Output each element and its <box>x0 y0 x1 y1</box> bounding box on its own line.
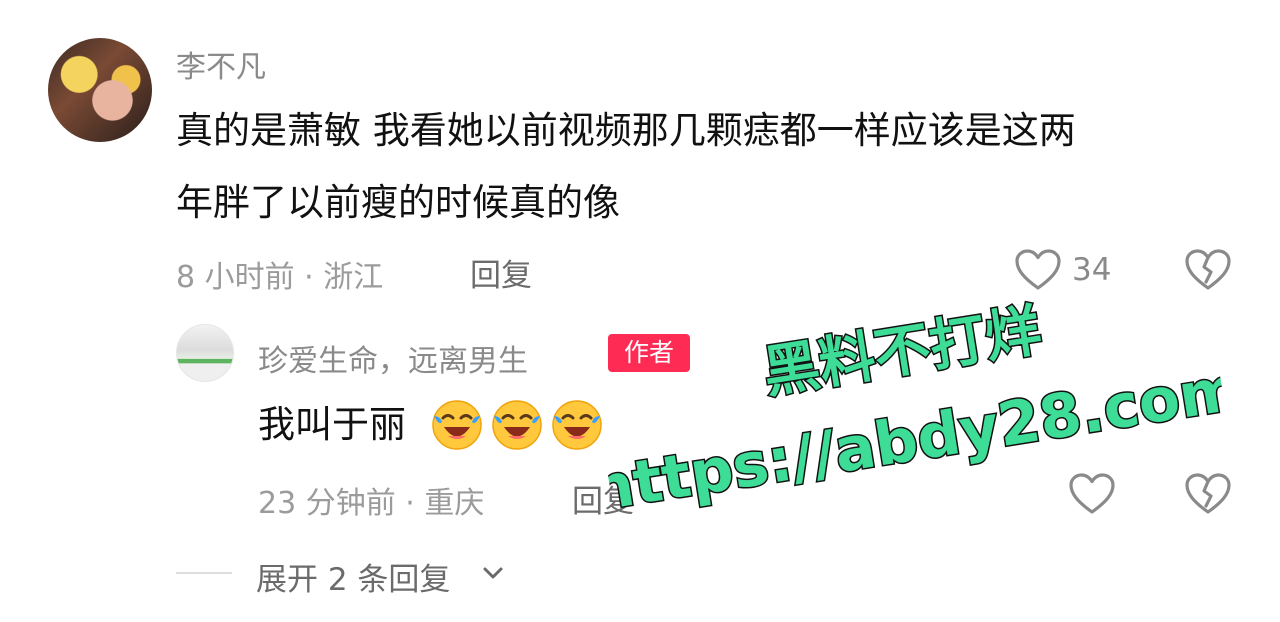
dislike-broken-heart-icon[interactable] <box>1184 472 1232 516</box>
watermark: 黑料不打烊 https://abdy28.com <box>588 297 1232 527</box>
replier-username[interactable]: 珍爱生命，远离男生 <box>258 336 528 380</box>
commenter-avatar[interactable] <box>48 38 152 142</box>
comment-text-line-2: 年胖了以前瘦的时候真的像 <box>176 181 620 224</box>
laughing-crying-emoji <box>432 400 482 450</box>
chevron-down-icon[interactable] <box>480 560 506 586</box>
laughing-crying-emoji <box>552 400 602 450</box>
expand-replies-button[interactable]: 展开 2 条回复 <box>256 554 450 599</box>
replier-avatar[interactable] <box>176 324 234 382</box>
reply-text: 我叫于丽 <box>258 403 406 446</box>
reply-time-location: 23 分钟前 · 重庆 <box>258 486 485 521</box>
heart-icon[interactable] <box>1068 472 1116 516</box>
comment-time-location: 8 小时前 · 浙江 <box>176 260 384 295</box>
emoji-row <box>430 398 604 452</box>
commenter-username[interactable]: 李不凡 <box>176 42 266 86</box>
laughing-crying-emoji <box>492 400 542 450</box>
expand-divider <box>176 572 232 574</box>
comment-text-line-1: 真的是萧敏 我看她以前视频那几颗痣都一样应该是这两 <box>176 109 1076 152</box>
comment-reply-button[interactable]: 回复 <box>470 250 532 295</box>
